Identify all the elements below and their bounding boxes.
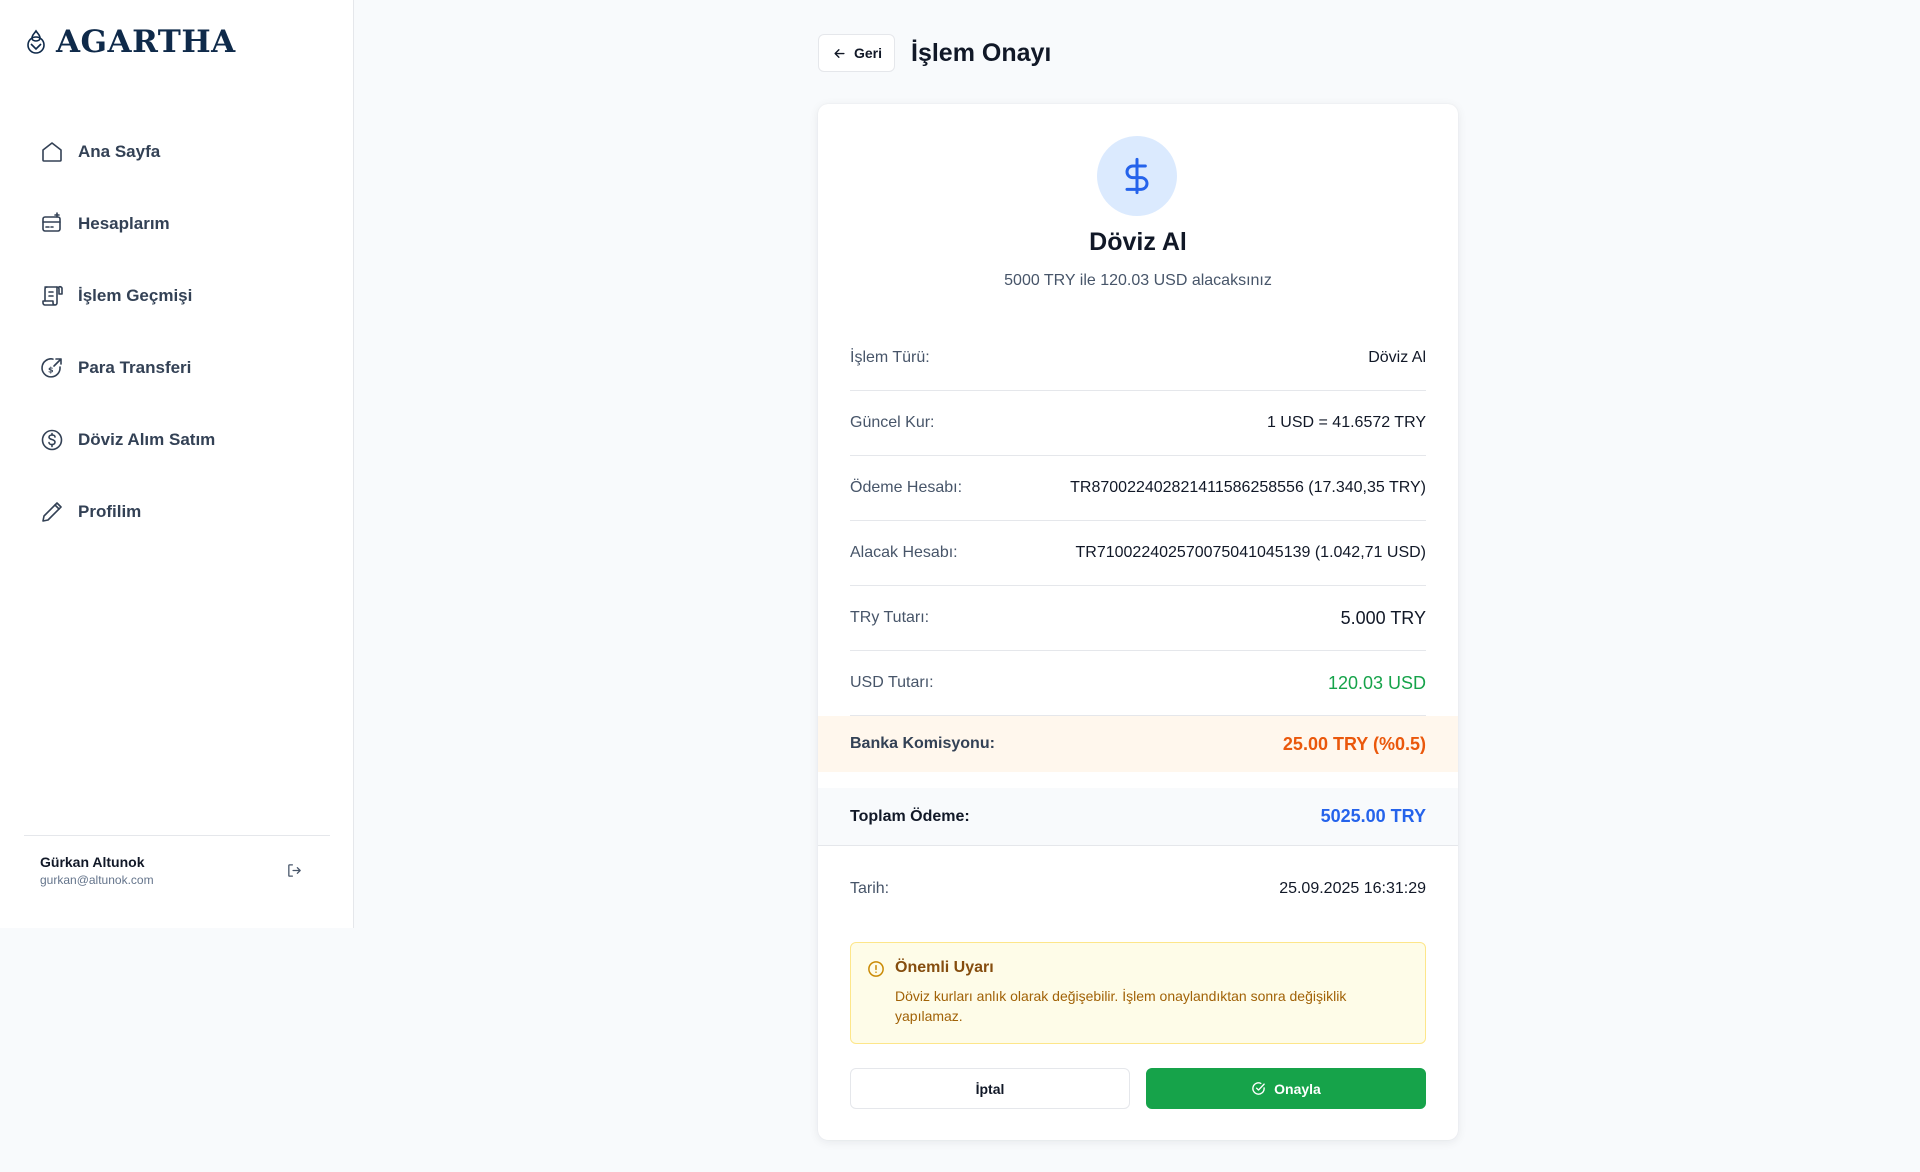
- date-value: 25.09.2025 16:31:29: [1279, 880, 1426, 897]
- sidebar-item-transfer[interactable]: $ Para Transferi: [24, 340, 330, 396]
- sidebar-item-accounts[interactable]: Hesaplarım: [24, 196, 330, 252]
- back-button[interactable]: Geri: [818, 34, 896, 72]
- cancel-button-label: İptal: [975, 1080, 1005, 1097]
- user-email: gurkan@altunok.com: [40, 873, 154, 887]
- sidebar-item-label: Döviz Alım Satım: [78, 430, 216, 449]
- user-name: Gürkan Altunok: [40, 854, 145, 870]
- transaction-title: Döviz Al: [1089, 228, 1187, 256]
- arrow-left-icon: [834, 48, 845, 58]
- action-buttons: İptal Onayla: [850, 1068, 1426, 1110]
- sidebar-item-label: İşlem Geçmişi: [78, 286, 193, 305]
- detail-label: TRy Tutarı:: [850, 609, 930, 626]
- sidebar-item-label: Profilim: [78, 502, 142, 521]
- dollar-icon: [1125, 157, 1149, 195]
- total-label: Toplam Ödeme:: [850, 807, 970, 825]
- logo-icon: [27, 29, 45, 54]
- warning-content: Önemli Uyarı Döviz kurları anlık olarak …: [895, 959, 1409, 1043]
- details-list: İşlem Türü: Döviz Al Güncel Kur: 1 USD =…: [818, 326, 1458, 716]
- fee-value: 25.00 TRY (%0.5): [1282, 733, 1426, 754]
- sidebar-item-history[interactable]: İşlem Geçmişi: [24, 268, 330, 324]
- date-label: Tarih:: [850, 880, 890, 897]
- detail-row-type: İşlem Türü: Döviz Al: [850, 326, 1426, 391]
- bank-fee-row: Banka Komisyonu: 25.00 TRY (%0.5): [818, 716, 1458, 772]
- confirm-button[interactable]: Onayla: [1146, 1068, 1426, 1109]
- brand-name: AGARTHA: [56, 24, 236, 60]
- detail-row-usd-amount: USD Tutarı: 120.03 USD: [850, 651, 1426, 716]
- sidebar-item-label: Hesaplarım: [78, 214, 170, 233]
- brand-logo[interactable]: AGARTHA: [24, 24, 236, 60]
- user-info: Gürkan Altunok gurkan@altunok.com: [40, 854, 154, 887]
- receipt-icon: [42, 285, 63, 306]
- logout-button[interactable]: [280, 857, 308, 885]
- hero-icon-circle: [1097, 136, 1177, 216]
- fee-label: Banka Komisyonu:: [850, 735, 995, 752]
- detail-value: 1 USD = 41.6572 TRY: [1266, 414, 1426, 431]
- pencil-icon: [42, 502, 62, 522]
- detail-row-try-amount: TRy Tutarı: 5.000 TRY: [850, 586, 1426, 651]
- detail-row-receiving-account: Alacak Hesabı: TR71002240257007504104513…: [850, 521, 1426, 586]
- sidebar-item-label: Para Transferi: [78, 358, 192, 377]
- sidebar-item-label: Ana Sayfa: [78, 142, 161, 161]
- svg-text:$: $: [48, 366, 54, 375]
- detail-value: Döviz Al: [1368, 349, 1426, 366]
- confirmation-card: Döviz Al 5000 TRY ile 120.03 USD alacaks…: [818, 104, 1458, 1140]
- warning-text: Döviz kurları anlık olarak değişebilir. …: [895, 988, 1347, 1024]
- sidebar-item-exchange[interactable]: Döviz Alım Satım: [24, 412, 330, 468]
- sidebar-item-home[interactable]: Ana Sayfa: [24, 124, 330, 180]
- detail-value: TR870022402821411586258556 (17.340,35 TR…: [1070, 479, 1426, 496]
- home-icon: [42, 142, 62, 162]
- total-value: 5025.00 TRY: [1320, 806, 1426, 826]
- detail-row-payment-account: Ödeme Hesabı: TR870022402821411586258556…: [850, 456, 1426, 521]
- page-header: Geri İşlem Onayı: [818, 34, 1051, 72]
- page-title: İşlem Onayı: [911, 38, 1052, 67]
- detail-label: Güncel Kur:: [850, 414, 935, 431]
- warning-title: Önemli Uyarı: [895, 959, 994, 976]
- warning-box: Önemli Uyarı Döviz kurları anlık olarak …: [850, 942, 1426, 1044]
- detail-label: Alacak Hesabı:: [850, 544, 958, 561]
- detail-label: USD Tutarı:: [850, 674, 934, 691]
- total-payment-row: Toplam Ödeme: 5025.00 TRY: [818, 788, 1458, 846]
- transaction-summary: 5000 TRY ile 120.03 USD alacaksınız: [1004, 272, 1272, 289]
- date-row: Tarih: 25.09.2025 16:31:29: [850, 860, 1426, 918]
- user-panel: Gürkan Altunok gurkan@altunok.com: [24, 835, 330, 887]
- sidebar-item-profile[interactable]: Profilim: [24, 484, 330, 540]
- detail-row-rate: Güncel Kur: 1 USD = 41.6572 TRY: [850, 391, 1426, 456]
- detail-label: İşlem Türü:: [850, 349, 930, 366]
- detail-value: TR710022402570075041045139 (1.042,71 USD…: [1075, 544, 1427, 561]
- logout-icon: [287, 864, 301, 877]
- check-circle-icon: [1252, 1082, 1265, 1095]
- dollar-circle-icon: [41, 429, 63, 451]
- wallet-icon: [42, 212, 61, 232]
- alert-circle-icon: [868, 961, 884, 977]
- cancel-button[interactable]: İptal: [850, 1068, 1130, 1109]
- confirm-button-label: Onayla: [1274, 1080, 1321, 1097]
- sidebar-nav: Ana Sayfa Hesaplarım İşlem Geçmişi $ Par…: [24, 124, 330, 556]
- detail-value: 5.000 TRY: [1340, 607, 1426, 628]
- sidebar: AGARTHA Ana Sayfa Hesaplarım İşlem Geçmi…: [0, 0, 354, 928]
- transfer-icon: $: [41, 358, 62, 378]
- detail-value: 120.03 USD: [1327, 672, 1426, 693]
- detail-label: Ödeme Hesabı:: [850, 479, 963, 496]
- back-button-label: Geri: [854, 45, 883, 61]
